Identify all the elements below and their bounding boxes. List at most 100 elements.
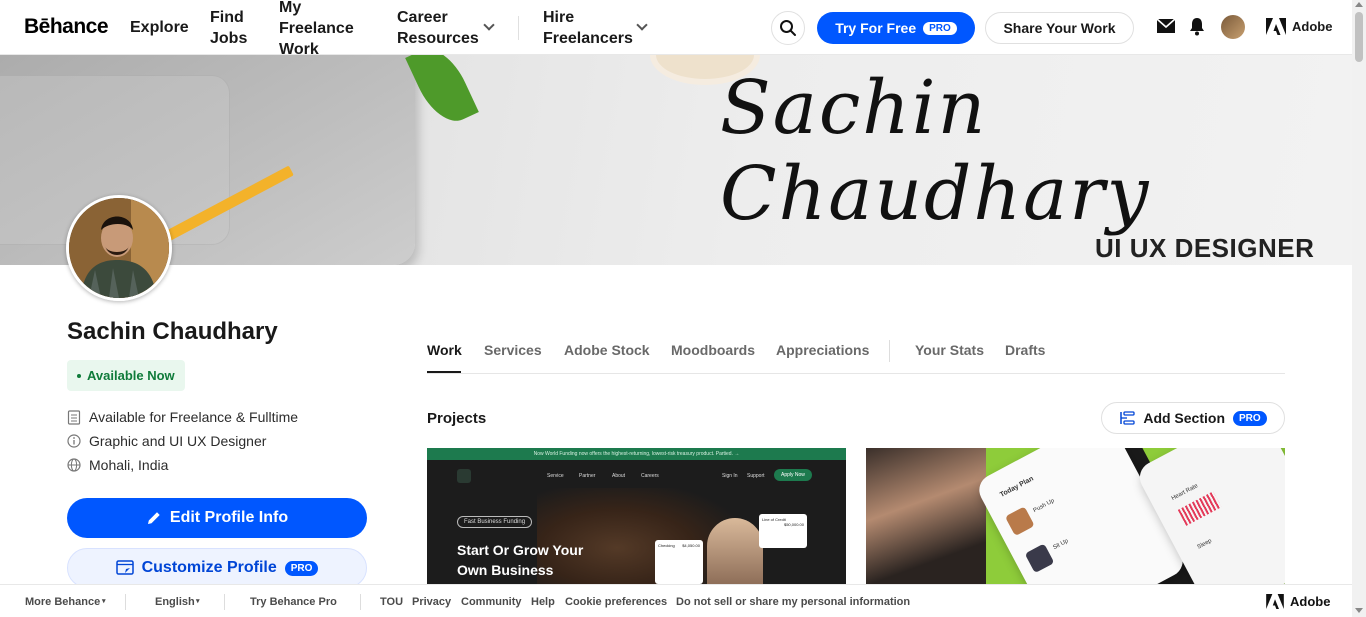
card-widget-label: Checking: [658, 543, 675, 548]
user-avatar[interactable]: [1221, 15, 1245, 39]
profile-detail-text: Mohali, India: [89, 457, 169, 473]
tab-appreciations[interactable]: Appreciations: [776, 342, 869, 358]
share-your-work-button[interactable]: Share Your Work: [985, 12, 1134, 44]
card-sign-in: Sign In: [722, 473, 738, 479]
card-phone-item: Push Up: [1032, 498, 1056, 515]
card-support: Support: [747, 473, 765, 479]
scroll-up-arrow-icon[interactable]: [1355, 2, 1363, 7]
notification-bell-icon[interactable]: [1189, 17, 1205, 36]
tab-adobe-stock[interactable]: Adobe Stock: [564, 342, 650, 358]
search-button[interactable]: [771, 11, 805, 45]
footer-divider: [125, 594, 126, 610]
footer-cookie-preferences[interactable]: Cookie preferences: [565, 596, 667, 608]
chevron-down-icon: ▾: [196, 598, 200, 605]
customize-profile-button[interactable]: Customize Profile PRO: [67, 548, 367, 588]
availability-label: Available Now: [87, 368, 175, 383]
nav-find-jobs-line2: Jobs: [210, 30, 248, 47]
leaf-image: [405, 55, 479, 131]
footer-help[interactable]: Help: [531, 596, 555, 608]
footer-adobe-link[interactable]: Adobe: [1266, 594, 1330, 609]
pro-badge: PRO: [1233, 410, 1267, 426]
card-phone-item: Sit Up: [1052, 538, 1070, 552]
availability-badge: Available Now: [67, 360, 185, 391]
card-widget-value: $4,050.00: [682, 543, 700, 548]
footer-privacy[interactable]: Privacy: [412, 596, 451, 608]
card-nav-item: Service: [547, 473, 564, 479]
project-card-fitness-app[interactable]: Today Plan Push Up Sit Up Heart Rate Sle…: [866, 448, 1285, 588]
card-headline-line1: Start Or Grow Your: [457, 542, 584, 558]
try-for-free-label: Try For Free: [835, 20, 917, 36]
scroll-down-arrow-icon[interactable]: [1355, 608, 1363, 613]
profile-tabs: Work Services Adobe Stock Moodboards App…: [427, 336, 1285, 374]
footer-language[interactable]: English: [155, 596, 195, 608]
profile-detail-text: Graphic and UI UX Designer: [89, 433, 267, 449]
nav-my-freelance-work[interactable]: My Freelance Work: [279, 0, 354, 60]
card-phone2-item: Sleep: [1196, 538, 1213, 551]
footer-adobe-label: Adobe: [1290, 594, 1331, 609]
scrollbar-thumb[interactable]: [1355, 12, 1363, 62]
footer-divider: [360, 594, 361, 610]
card-phone-thumb: [1004, 506, 1035, 537]
pro-badge: PRO: [923, 21, 957, 35]
card-phone-thumb: [1024, 543, 1055, 574]
nav-freelance-line2: Freelance: [279, 20, 354, 37]
profile-avatar[interactable]: [66, 195, 172, 301]
card-heart-rate-graph: [1177, 491, 1222, 526]
mail-icon[interactable]: [1157, 19, 1175, 33]
laptop-image: [0, 55, 415, 265]
nav-find-jobs-line1: Find: [210, 9, 244, 26]
card-credit-widget: Line of Credit $50,000.00: [759, 514, 807, 548]
adobe-link[interactable]: Adobe: [1266, 18, 1332, 35]
footer-more-behance[interactable]: More Behance: [25, 596, 100, 608]
behance-logo[interactable]: Bēhance: [24, 15, 109, 39]
add-section-icon: [1120, 411, 1135, 425]
nav-career-resources[interactable]: Career Resources: [397, 7, 495, 49]
tab-services[interactable]: Services: [484, 342, 542, 358]
nav-divider: [518, 16, 519, 40]
info-icon: [67, 434, 81, 448]
tab-moodboards[interactable]: Moodboards: [671, 342, 755, 358]
footer-divider: [224, 594, 225, 610]
chevron-down-icon: [636, 19, 648, 31]
adobe-logo-icon: [1266, 594, 1284, 609]
profile-name: Sachin Chaudhary: [67, 318, 278, 345]
nav-hire-freelancers[interactable]: Hire Freelancers: [543, 7, 648, 49]
chevron-down-icon: ▾: [102, 598, 106, 605]
card-nav-item: Partner: [579, 473, 596, 479]
globe-icon: [67, 458, 81, 472]
chevron-down-icon: [483, 19, 495, 31]
nav-freelance-line3: Work: [279, 41, 319, 58]
tab-drafts[interactable]: Drafts: [1005, 342, 1045, 358]
nav-explore[interactable]: Explore: [130, 17, 189, 38]
card-athlete-photo: [866, 448, 986, 588]
footer-try-pro[interactable]: Try Behance Pro: [250, 596, 337, 608]
card-tagline-pill: Fast Business Funding: [457, 516, 533, 528]
footer-tou[interactable]: TOU: [380, 596, 403, 608]
edit-profile-label: Edit Profile Info: [169, 509, 289, 526]
tab-work[interactable]: Work: [427, 342, 462, 358]
card-headline-line2: Own Business: [457, 562, 554, 578]
project-card-business-funding[interactable]: Now World Funding now offers the highest…: [427, 448, 846, 588]
footer-do-not-sell[interactable]: Do not sell or share my personal informa…: [676, 596, 910, 608]
tab-your-stats[interactable]: Your Stats: [915, 342, 984, 358]
card-checking-widget: Checking $4,050.00: [655, 540, 703, 584]
card-headline: Start Or Grow Your Own Business: [457, 540, 583, 580]
briefcase-icon: [67, 409, 81, 425]
nav-career-line2: Resources: [397, 30, 479, 47]
add-section-button[interactable]: Add Section PRO: [1101, 402, 1285, 434]
card-phone2-item: Heart Rate: [1170, 483, 1200, 503]
pro-badge: PRO: [284, 560, 319, 576]
nav-find-jobs[interactable]: Find Jobs: [210, 7, 247, 49]
profile-detail-occupation: Graphic and UI UX Designer: [67, 433, 266, 449]
search-icon: [780, 20, 796, 36]
card-nav-item: About: [612, 473, 626, 479]
profile-detail-availability: Available for Freelance & Fulltime: [67, 409, 298, 425]
card-phone-title: Today Plan: [998, 475, 1035, 499]
profile-detail-location: Mohali, India: [67, 457, 168, 473]
footer-community[interactable]: Community: [461, 596, 522, 608]
top-navigation-bar: Bēhance Explore Find Jobs My Freelance W…: [0, 0, 1352, 58]
card-nav: Service Partner About Careers Sign In Su…: [427, 466, 846, 486]
edit-profile-button[interactable]: Edit Profile Info: [67, 498, 367, 538]
try-for-free-button[interactable]: Try For Free PRO: [817, 12, 975, 44]
vertical-scrollbar[interactable]: [1352, 0, 1366, 617]
